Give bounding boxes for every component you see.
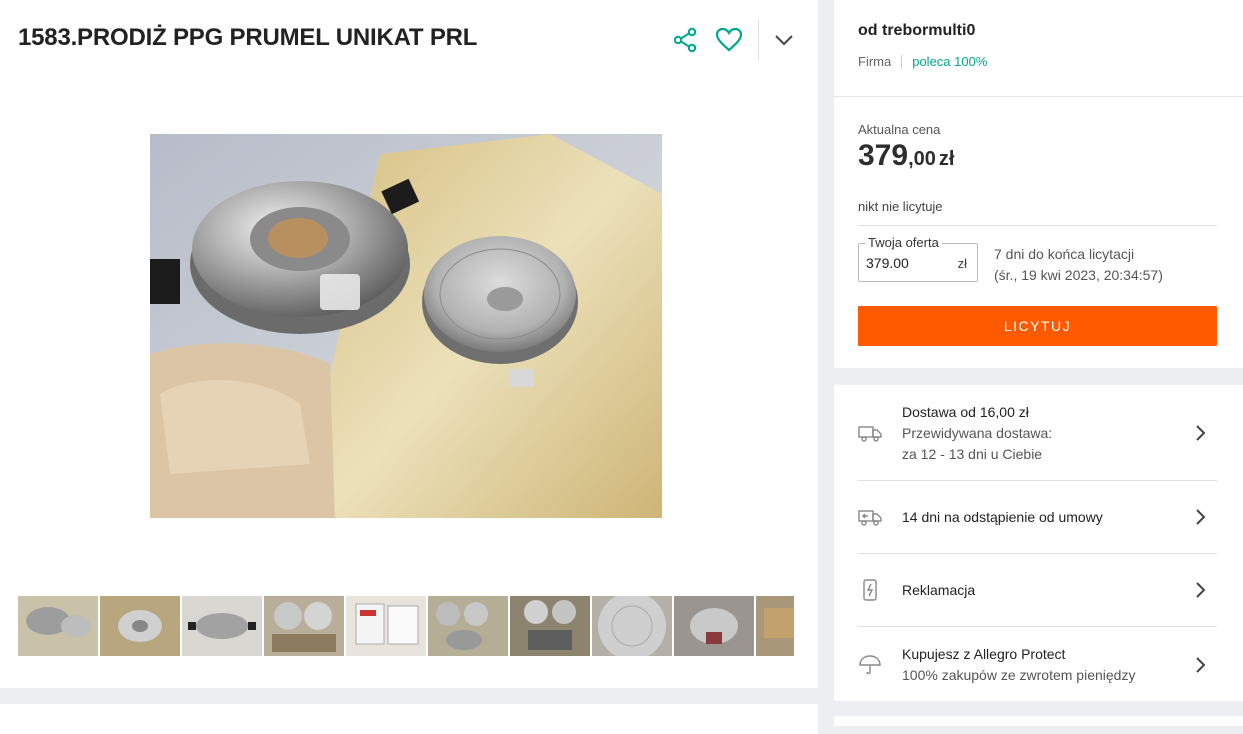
offer-label: Twoja oferta [865, 235, 942, 250]
thumbnail[interactable] [510, 596, 590, 656]
delivery-title: Dostawa od 16,00 zł [902, 403, 1029, 420]
left-panel-footer [0, 704, 818, 734]
delivery-estimate-label: Przewidywana dostawa: [902, 424, 1053, 441]
protect-row[interactable]: Kupujesz z Allegro Protect 100% zakupów … [858, 641, 1217, 689]
chevron-right-icon [1196, 425, 1206, 441]
main-product-photo[interactable] [150, 134, 662, 518]
bids-status: nikt nie licytuje [858, 199, 943, 214]
return-truck-icon [858, 505, 882, 529]
info-divider [858, 553, 1217, 554]
actions-divider [758, 20, 759, 60]
end-date: (śr., 19 kwi 2023, 20:34:57) [994, 267, 1163, 283]
auction-time: 7 dni do końca licytacji (śr., 19 kwi 20… [994, 244, 1163, 286]
thumbnail[interactable] [756, 596, 794, 656]
share-icon[interactable] [668, 23, 702, 57]
thumbnail[interactable] [592, 596, 672, 656]
chevron-down-icon[interactable] [767, 23, 801, 57]
thumbnail[interactable] [18, 596, 98, 656]
info-card: Dostawa od 16,00 zł Przewidywana dostawa… [834, 385, 1243, 701]
offer-currency: zł [957, 256, 967, 271]
phone-icon [858, 578, 882, 602]
price-card: Aktualna cena 379,00 zł nikt nie licytuje… [834, 96, 1243, 368]
next-card [834, 716, 1243, 726]
seller-type: Firma [858, 54, 892, 69]
product-actions [668, 20, 811, 60]
price-label: Aktualna cena [858, 122, 941, 137]
returns-text: 14 dni na odstąpienie od umowy [902, 508, 1103, 525]
protect-text: Kupujesz z Allegro Protect 100% zakupów … [902, 644, 1193, 686]
seller-meta: Firma poleca 100% [858, 54, 987, 69]
price-integer: 379 [858, 139, 909, 172]
delivery-text: Dostawa od 16,00 zł Przewidywana dostawa… [902, 402, 1193, 465]
thumbnail[interactable] [428, 596, 508, 656]
product-title: 1583.PRODIŻ PPG PRUMEL UNIKAT PRL [18, 24, 478, 51]
current-price: 379,00 zł [858, 139, 954, 173]
umbrella-icon [858, 653, 882, 677]
price-divider [858, 225, 1217, 226]
protect-subtitle: 100% zakupów ze zwrotem pieniędzy [902, 667, 1136, 683]
thumbnail[interactable] [674, 596, 754, 656]
chevron-right-icon [1196, 582, 1206, 598]
bid-button[interactable]: LICYTUJ [858, 306, 1217, 346]
thumbnail[interactable] [182, 596, 262, 656]
complaint-row[interactable]: Reklamacja [858, 570, 1217, 610]
meta-divider [901, 54, 903, 69]
time-left: 7 dni do końca licytacji [994, 246, 1135, 262]
protect-title: Kupujesz z Allegro Protect [902, 646, 1066, 662]
product-gallery-panel: 1583.PRODIŻ PPG PRUMEL UNIKAT PRL [0, 0, 818, 688]
truck-icon [858, 421, 882, 445]
seller-rating[interactable]: poleca 100% [912, 54, 987, 69]
info-divider [858, 626, 1217, 627]
heart-icon[interactable] [712, 23, 746, 57]
offer-input[interactable]: Twoja oferta 379.00 zł [858, 235, 978, 282]
price-currency: zł [938, 148, 955, 170]
thumbnail[interactable] [264, 596, 344, 656]
price-decimal: ,00 [908, 148, 936, 170]
info-divider [858, 480, 1217, 481]
chevron-right-icon [1196, 509, 1206, 525]
returns-row[interactable]: 14 dni na odstąpienie od umowy [858, 497, 1217, 537]
delivery-row[interactable]: Dostawa od 16,00 zł Przewidywana dostawa… [858, 401, 1217, 465]
seller-name[interactable]: od trebormulti0 [858, 22, 975, 40]
thumbnail[interactable] [346, 596, 426, 656]
complaint-text: Reklamacja [902, 581, 976, 598]
offer-value[interactable]: 379.00 [866, 255, 909, 271]
delivery-estimate: za 12 - 13 dni u Ciebie [902, 445, 1043, 462]
thumbnail-strip [18, 596, 794, 656]
chevron-right-icon [1196, 657, 1206, 673]
seller-card: od trebormulti0 Firma poleca 100% [834, 0, 1243, 96]
thumbnail[interactable] [100, 596, 180, 656]
